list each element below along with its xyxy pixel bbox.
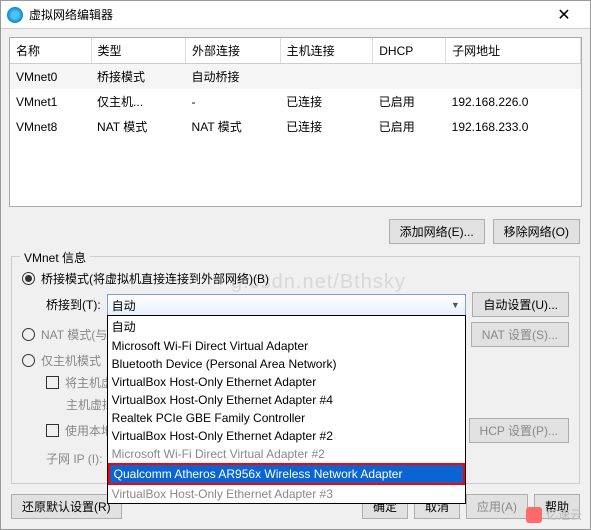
radio-hostonly[interactable] <box>22 354 35 367</box>
dd-item[interactable]: Realtek PCIe GBE Family Controller <box>108 409 466 427</box>
auto-settings-button[interactable]: 自动设置(U)... <box>472 292 569 317</box>
help-button[interactable]: 帮助 <box>534 494 580 519</box>
cell <box>446 64 581 90</box>
checkbox-use-local[interactable] <box>46 424 59 437</box>
dd-item[interactable]: VirtualBox Host-Only Ethernet Adapter #2 <box>108 427 466 445</box>
bridge-mode-row: 桥接模式(将虚拟机直接连接到外部网络)(B) <box>22 270 569 287</box>
dd-item[interactable]: Microsoft Wi-Fi Direct Virtual Adapter <box>108 337 466 355</box>
network-table: 名称 类型 外部连接 主机连接 DHCP 子网地址 VMnet0 桥接模式 自动… <box>9 37 582 207</box>
select-value: 自动 <box>112 299 136 313</box>
nat-settings-button[interactable]: NAT 设置(S)... <box>471 322 569 347</box>
cell: NAT 模式 <box>91 114 186 139</box>
app-icon <box>7 7 23 23</box>
vmnet-info-group: VMnet 信息 桥接模式(将虚拟机直接连接到外部网络)(B) 桥接到(T): … <box>11 256 580 484</box>
cell: 自动桥接 <box>186 64 281 90</box>
table-row[interactable]: VMnet8 NAT 模式 NAT 模式 已连接 已启用 192.168.233… <box>10 114 581 139</box>
table-header-row: 名称 类型 外部连接 主机连接 DHCP 子网地址 <box>10 38 581 64</box>
subnet-ip-label: 子网 IP (I): <box>46 450 102 467</box>
dd-item[interactable]: Microsoft Wi-Fi Direct Virtual Adapter #… <box>108 445 466 463</box>
checkbox-host-virtual[interactable] <box>46 376 59 389</box>
close-button[interactable]: ✕ <box>544 1 584 29</box>
group-title: VMnet 信息 <box>20 249 90 266</box>
table-row[interactable]: VMnet1 仅主机... - 已连接 已启用 192.168.226.0 <box>10 89 581 114</box>
cell: NAT 模式 <box>186 114 281 139</box>
add-network-button[interactable]: 添加网络(E)... <box>389 219 485 244</box>
dd-item[interactable]: VirtualBox Host-Only Ethernet Adapter <box>108 373 466 391</box>
col-subnet[interactable]: 子网地址 <box>446 38 581 64</box>
bridge-to-row: 桥接到(T): 自动 ▼ 自动 Microsoft Wi-Fi Direct V… <box>46 292 569 317</box>
cell: 已启用 <box>373 89 446 114</box>
cell: VMnet0 <box>10 64 91 90</box>
cell: VMnet8 <box>10 114 91 139</box>
cell: 仅主机... <box>91 89 186 114</box>
bridge-to-label: 桥接到(T): <box>46 296 101 313</box>
cell <box>373 64 446 90</box>
cell: 已连接 <box>280 114 373 139</box>
radio-bridge-label: 桥接模式(将虚拟机直接连接到外部网络)(B) <box>41 270 269 287</box>
dd-item[interactable]: VirtualBox Host-Only Ethernet Adapter #3 <box>108 485 466 503</box>
radio-nat-label: NAT 模式(与 <box>41 326 107 343</box>
dd-item[interactable]: 自动 <box>108 316 466 337</box>
titlebar: 虚拟网络编辑器 ✕ <box>1 1 590 29</box>
cell: - <box>186 89 281 114</box>
dd-item[interactable]: VirtualBox Host-Only Ethernet Adapter #4 <box>108 391 466 409</box>
col-dhcp[interactable]: DHCP <box>373 38 446 64</box>
cell <box>280 64 373 90</box>
restore-defaults-button[interactable]: 还原默认设置(R) <box>11 494 122 519</box>
remove-network-button[interactable]: 移除网络(O) <box>493 219 580 244</box>
table-row[interactable]: VMnet0 桥接模式 自动桥接 <box>10 64 581 90</box>
cell: 桥接模式 <box>91 64 186 90</box>
apply-button[interactable]: 应用(A) <box>466 494 528 519</box>
dd-item[interactable]: Bluetooth Device (Personal Area Network) <box>108 355 466 373</box>
col-type[interactable]: 类型 <box>91 38 186 64</box>
cell: 192.168.226.0 <box>446 89 581 114</box>
cell: VMnet1 <box>10 89 91 114</box>
col-ext[interactable]: 外部连接 <box>186 38 281 64</box>
dhcp-settings-button[interactable]: HCP 设置(P)... <box>469 418 569 443</box>
bridge-adapter-select[interactable]: 自动 ▼ 自动 Microsoft Wi-Fi Direct Virtual A… <box>107 294 467 316</box>
dd-item-selected[interactable]: Qualcomm Atheros AR956x Wireless Network… <box>108 463 466 485</box>
network-buttons: 添加网络(E)... 移除网络(O) <box>1 215 590 252</box>
col-name[interactable]: 名称 <box>10 38 91 64</box>
cell: 192.168.233.0 <box>446 114 581 139</box>
cell: 已启用 <box>373 114 446 139</box>
radio-bridge[interactable] <box>22 272 35 285</box>
adapter-dropdown: 自动 Microsoft Wi-Fi Direct Virtual Adapte… <box>107 315 467 504</box>
window-title: 虚拟网络编辑器 <box>29 6 544 23</box>
radio-hostonly-label: 仅主机模式 <box>41 352 101 369</box>
cell: 已连接 <box>280 89 373 114</box>
col-host[interactable]: 主机连接 <box>280 38 373 64</box>
radio-nat[interactable] <box>22 328 35 341</box>
chevron-down-icon: ▼ <box>447 297 463 313</box>
